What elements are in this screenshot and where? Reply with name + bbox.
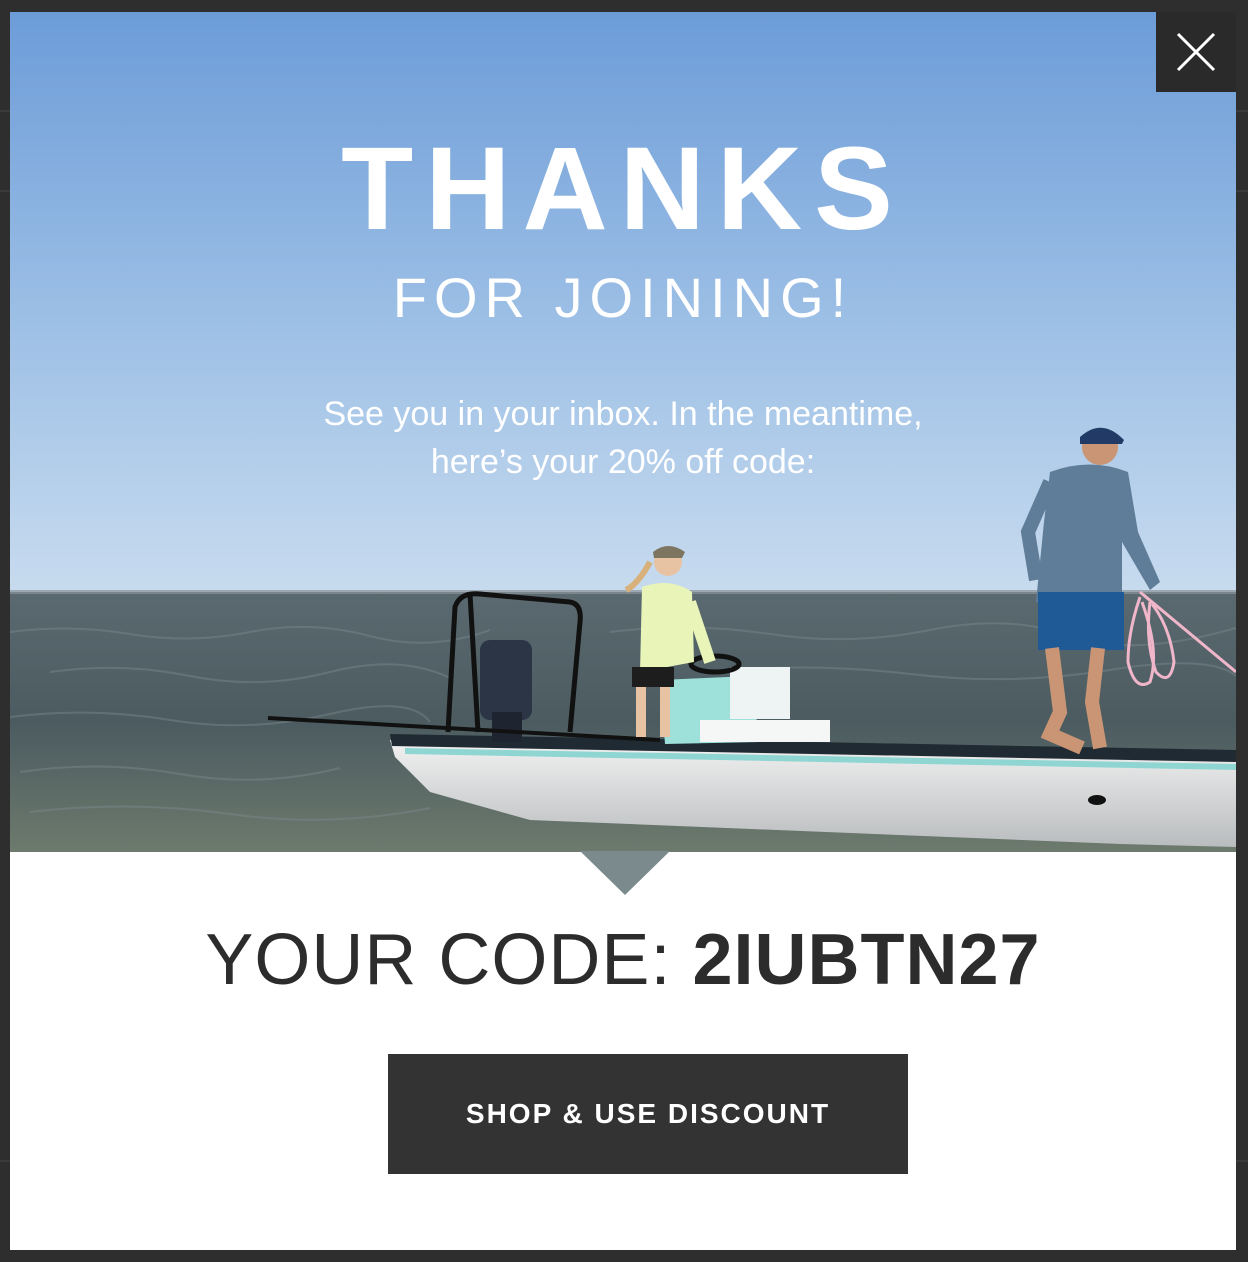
- discount-code-value[interactable]: 2IUBTN27: [692, 920, 1040, 1000]
- close-icon: [1176, 32, 1216, 72]
- message-line-1: See you in your inbox. In the meantime,: [323, 395, 923, 433]
- pointer-notch: [580, 851, 670, 895]
- discount-code-line: YOUR CODE: 2IUBTN27: [10, 924, 1236, 996]
- inbox-message: See you in your inbox. In the meantime, …: [223, 390, 1023, 486]
- code-label: YOUR CODE:: [205, 920, 693, 1000]
- for-joining-subheadline: FOR JOINING!: [392, 266, 854, 329]
- message-line-2: here’s your 20% off code:: [430, 443, 816, 481]
- thanks-headline: THANKS: [341, 123, 905, 255]
- close-button[interactable]: [1156, 12, 1236, 92]
- shop-and-use-discount-button[interactable]: SHOP & USE DISCOUNT: [388, 1054, 908, 1174]
- signup-confirmation-modal: THANKS FOR JOINING! See you in your inbo…: [10, 12, 1236, 1250]
